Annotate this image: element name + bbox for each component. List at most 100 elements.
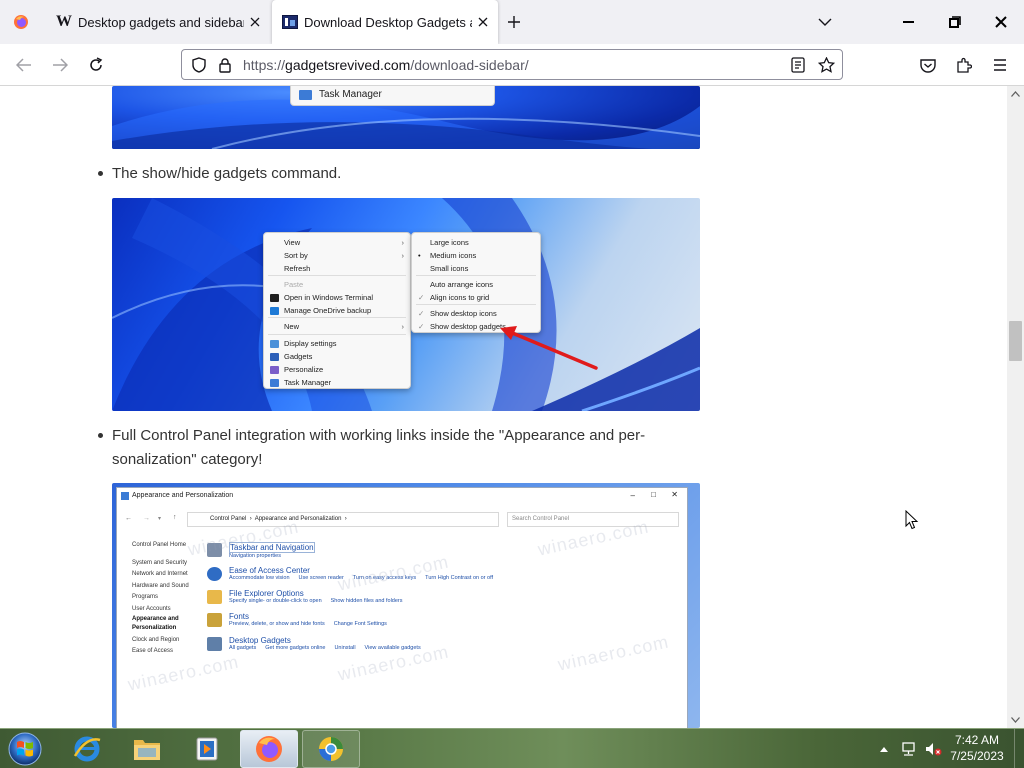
extensions-button[interactable] [950, 51, 978, 79]
cp-category: Fonts Preview, delete, or show and hide f… [207, 612, 396, 627]
taskbar-chromium-browser[interactable] [302, 730, 360, 768]
taskbar-internet-explorer[interactable] [58, 730, 116, 768]
new-tab-button[interactable] [503, 11, 525, 33]
task-manager-icon [299, 90, 312, 100]
chevron-down-icon [818, 18, 832, 26]
page-scrollbar[interactable] [1007, 86, 1024, 728]
tab-desktop-gadgets[interactable]: W Desktop gadgets and sidebar fo [44, 0, 270, 44]
network-tray-button[interactable] [898, 729, 920, 768]
taskbar-firefox[interactable] [240, 730, 298, 768]
cp-forward-icon: → [143, 515, 150, 522]
cp-sidebar-link: Appearance and [132, 616, 179, 622]
fonts-icon [207, 613, 222, 627]
cp-category-links: Navigation properties [229, 553, 315, 559]
start-button[interactable] [4, 730, 46, 768]
cp-category: File Explorer Options Specify single- or … [207, 589, 412, 604]
red-arrow-annotation [500, 326, 598, 370]
system-clock[interactable]: 7:42 AM 7/25/2023 [942, 732, 1012, 764]
taskbar-file-explorer[interactable] [118, 730, 176, 768]
mouse-cursor-icon [905, 510, 919, 530]
puzzle-piece-icon [957, 57, 972, 73]
minimize-button[interactable] [886, 0, 932, 44]
cp-chevron-down-icon: ▾ [158, 516, 162, 522]
close-tab-icon[interactable] [244, 11, 266, 33]
cp-sidebar-link: User Accounts [132, 605, 171, 612]
app-menu-button[interactable] [986, 51, 1014, 79]
windows-start-orb-icon [8, 732, 42, 766]
tracking-protection-shield-icon[interactable] [190, 56, 208, 74]
page-content: Task Manager The show/hide gadgets comma… [0, 86, 1007, 728]
bullet-item: Full Control Panel integration with work… [98, 424, 688, 472]
browser-globe-icon [319, 737, 343, 761]
cp-category-links: All gadgets Get more gadgets online Uninst… [229, 645, 430, 651]
cp-category: Desktop Gadgets All gadgets Get more gadge… [207, 636, 430, 651]
cp-sidebar-link: Personalization [132, 625, 177, 631]
close-window-button[interactable] [978, 0, 1024, 44]
restore-button[interactable] [932, 0, 978, 44]
cp-task-link: Show hidden files and folders [330, 598, 403, 604]
back-button[interactable] [10, 51, 38, 79]
bullet-item: The show/hide gadgets command. [98, 162, 688, 186]
article-image-show-hide-gadgets: View › Sort by › Refresh Paste Open in Windows… [112, 198, 700, 411]
taskbar-media-player[interactable] [178, 730, 236, 768]
reader-view-icon[interactable] [789, 56, 807, 74]
reload-icon [90, 57, 103, 71]
cp-sidebar-link: Clock and Region [132, 636, 180, 643]
article-image-context-menu-tail: Task Manager [112, 86, 700, 149]
watermark: winaero.com [556, 631, 671, 675]
file-explorer-options-icon [207, 590, 222, 604]
tab-download-gadgets[interactable]: Download Desktop Gadgets an [272, 0, 498, 44]
url-text[interactable]: https://gadgetsrevived.com/download-side… [243, 57, 529, 73]
forward-button[interactable] [46, 51, 74, 79]
bullet-dot [98, 171, 103, 176]
cp-task-link: Turn High Contrast on or off [425, 575, 494, 581]
address-bar[interactable]: https://gadgetsrevived.com/download-side… [181, 49, 843, 80]
firefox-icon [14, 15, 28, 29]
lock-icon[interactable] [216, 56, 234, 74]
restore-icon [949, 16, 961, 28]
cp-sidebar-link: Ease of Access [132, 648, 174, 654]
cp-sidebar-link: Control Panel Home [132, 542, 187, 548]
plus-icon [508, 16, 520, 28]
speaker-muted-icon [926, 743, 942, 756]
cp-task-link: Preview, delete, or show and hide fonts [229, 621, 325, 627]
gadgets-favicon-icon [282, 14, 298, 30]
tab-title: Desktop gadgets and sidebar fo [78, 14, 244, 30]
scroll-up-arrow-icon[interactable] [1009, 88, 1022, 100]
clock-date: 7/25/2023 [950, 749, 1004, 763]
pocket-button[interactable] [914, 51, 942, 79]
cp-sidebar-link: Programs [132, 594, 159, 600]
close-tab-icon[interactable] [472, 11, 494, 33]
show-desktop-button[interactable] [1014, 729, 1024, 768]
chevron-up-icon [880, 747, 888, 752]
cp-minimize-icon: – [630, 491, 635, 500]
scrollbar-thumb[interactable] [1009, 321, 1022, 361]
bookmark-star-icon[interactable] [817, 56, 835, 74]
wikipedia-favicon-icon: W [56, 13, 72, 30]
reload-button[interactable] [82, 51, 110, 79]
cp-category-title: File Explorer Options [229, 589, 304, 598]
navigation-toolbar: https://gadgetsrevived.com/download-side… [0, 44, 1024, 86]
article-image-control-panel: Appearance and Personalization – □ ✕ ← →… [112, 483, 700, 728]
cp-back-icon: ← [125, 515, 132, 522]
list-all-tabs-button[interactable] [814, 11, 836, 33]
cp-category-links: Preview, delete, or show and hide fonts C… [229, 621, 396, 627]
cp-close-icon: ✕ [671, 490, 678, 499]
bullet-dot [98, 433, 103, 438]
scroll-down-arrow-icon[interactable] [1009, 714, 1022, 726]
firefox-view-button[interactable] [0, 0, 42, 44]
show-hidden-icons-button[interactable] [876, 729, 892, 768]
windows-taskbar: 7:42 AM 7/25/2023 [0, 728, 1024, 768]
cp-task-link: Uninstall [334, 645, 356, 651]
cp-category-title: Fonts [229, 612, 250, 621]
cp-sidebar-link: System and Security [132, 559, 188, 566]
control-panel-icon [121, 492, 129, 500]
context-menu: Task Manager [290, 86, 495, 106]
cp-task-link: Navigation properties [229, 553, 281, 559]
cp-task-link: All gadgets [229, 645, 257, 651]
menu-item-task-manager[interactable]: Task Manager [291, 88, 494, 101]
minimize-icon [903, 21, 914, 23]
arrow-right-icon [53, 58, 68, 72]
volume-tray-button[interactable] [922, 729, 944, 768]
cp-maximize-icon: □ [651, 490, 656, 499]
